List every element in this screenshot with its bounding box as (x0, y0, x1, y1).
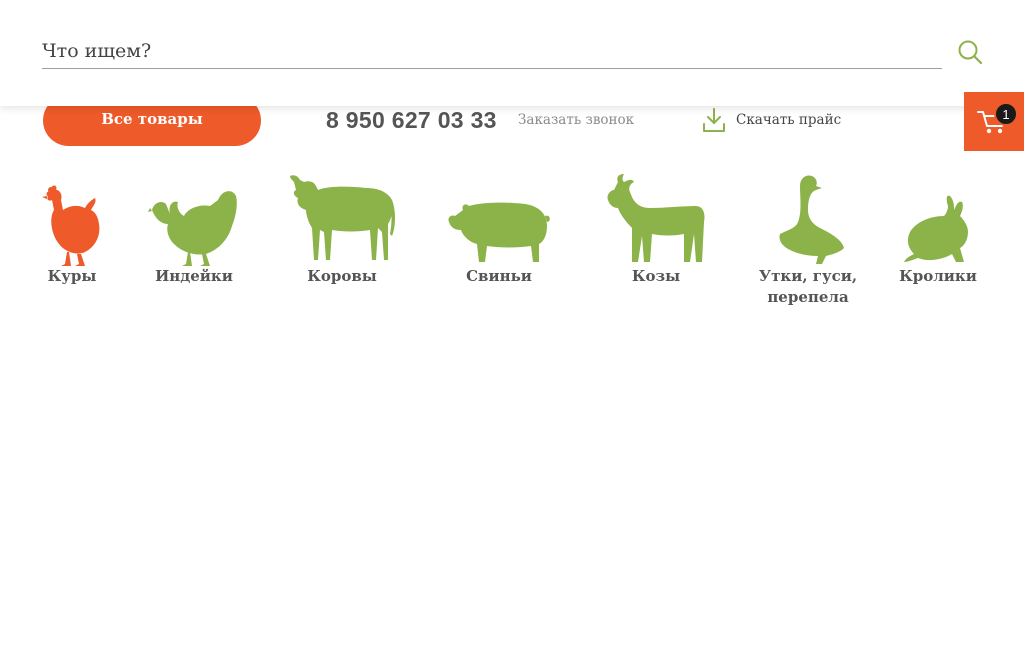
rabbit-icon (904, 195, 968, 262)
search-input[interactable] (42, 34, 942, 69)
callback-link[interactable]: Заказать звонок (518, 112, 634, 128)
category-item-goats[interactable]: Козы (596, 170, 716, 287)
category-item-cows[interactable]: Коровы (283, 170, 401, 287)
chicken-icon (42, 185, 100, 266)
goat-icon (607, 174, 705, 262)
download-icon (703, 108, 725, 132)
category-label: Коровы (307, 267, 377, 285)
cow-icon (290, 175, 395, 260)
category-item-poultry[interactable]: Утки, гуси, перепела (752, 170, 864, 308)
category-item-rabbits[interactable]: Кролики (898, 170, 978, 287)
category-label: Куры (47, 267, 97, 285)
search-icon[interactable] (956, 38, 984, 66)
pig-icon (448, 202, 550, 262)
category-item-turkeys[interactable]: Индейки (148, 170, 240, 287)
category-label: Козы (631, 267, 681, 285)
category-item-pigs[interactable]: Свиньи (438, 170, 560, 287)
turkey-icon (148, 191, 237, 266)
download-price-label: Скачать прайс (736, 112, 842, 128)
category-label: Утки, гуси, перепела (758, 267, 858, 306)
category-label: Кролики (899, 267, 977, 285)
category-label: Индейки (155, 267, 233, 285)
cart-button[interactable]: 1 (964, 92, 1024, 151)
goose-icon (779, 175, 844, 264)
phone-number[interactable]: 8 950 627 03 33 (326, 107, 497, 134)
category-list: Куры Индейки Коровы Свиньи Козы Утки, гу… (0, 170, 1024, 340)
search-bar (0, 0, 1024, 106)
category-label: Свиньи (466, 267, 532, 285)
category-item-chickens[interactable]: Куры (32, 170, 112, 287)
download-price-link[interactable]: Скачать прайс (702, 106, 841, 134)
cart-count-badge: 1 (994, 102, 1018, 126)
all-products-label: Все товары (101, 109, 203, 128)
